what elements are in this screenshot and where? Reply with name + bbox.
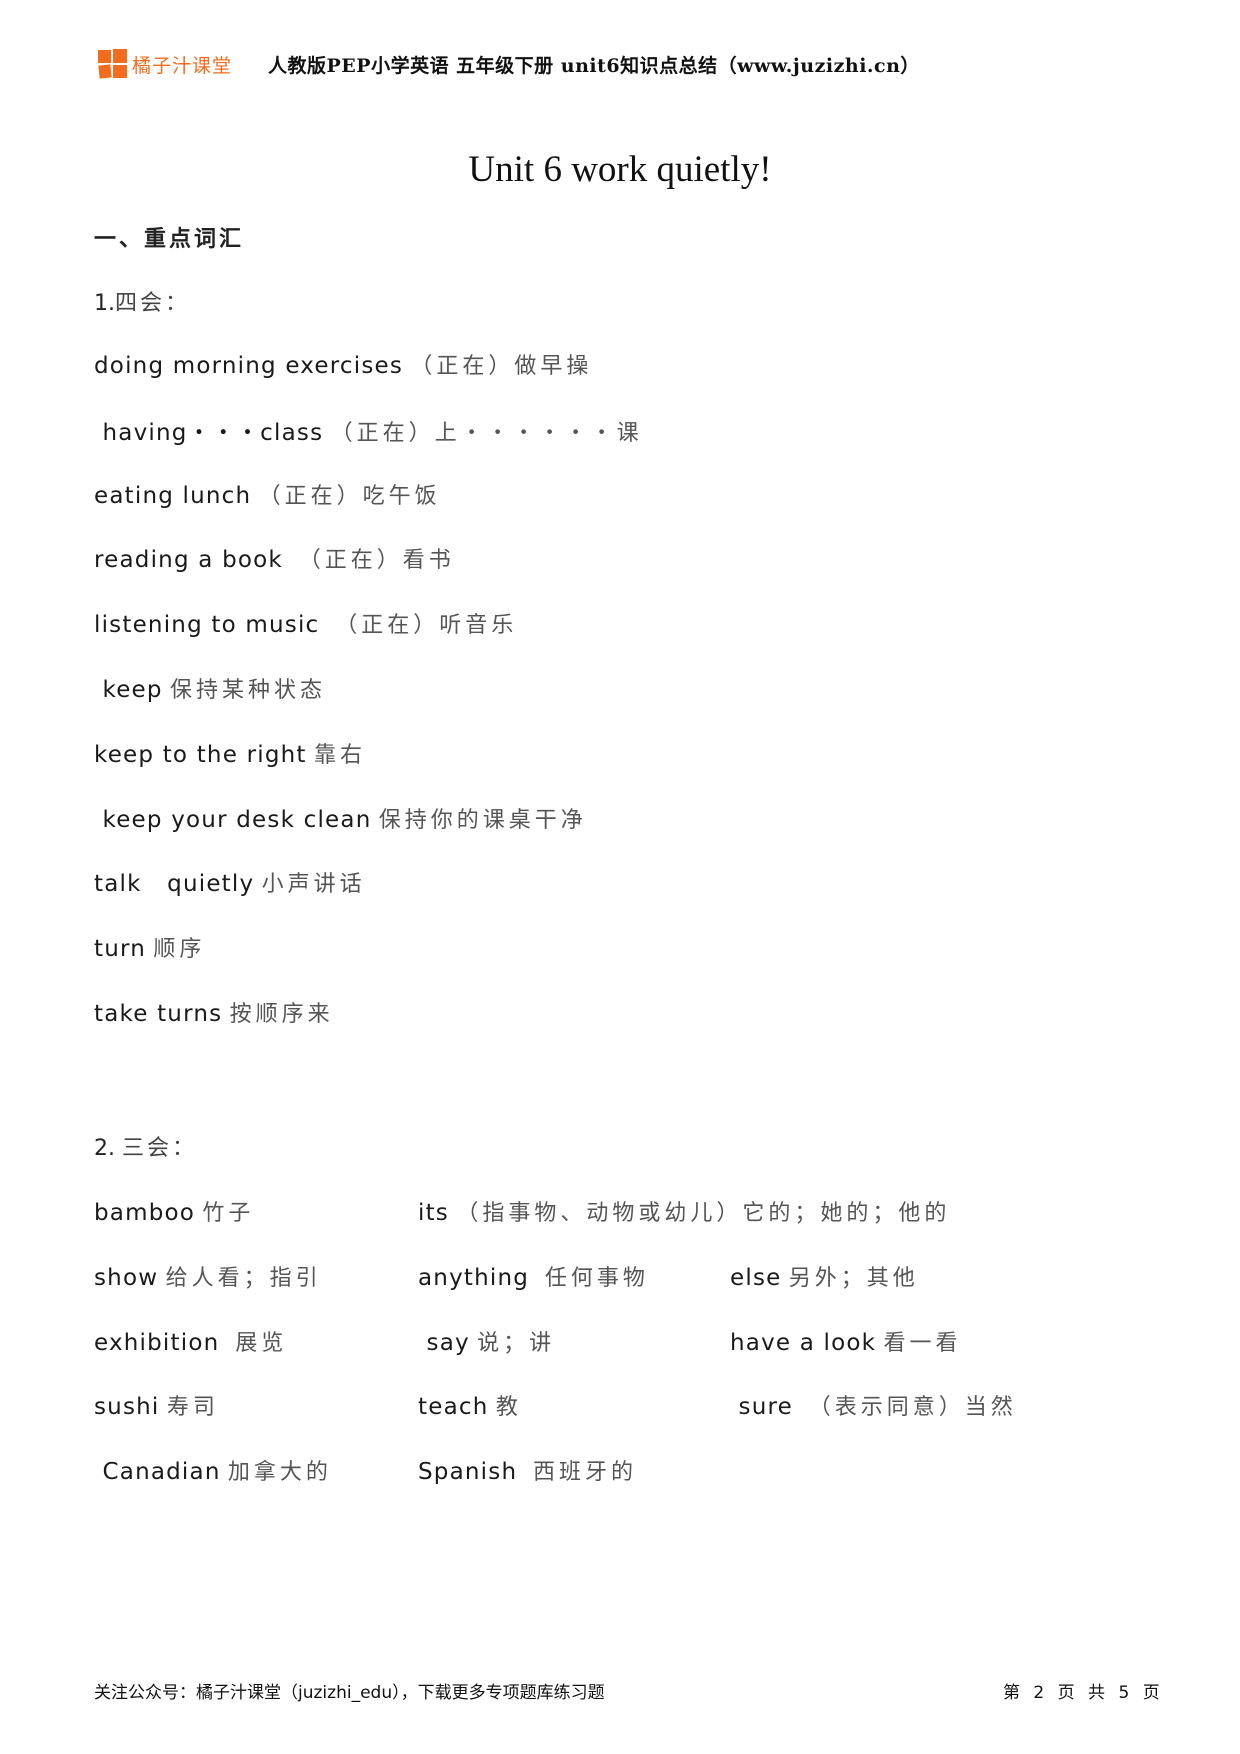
vocab-chinese: （指事物、动物或幼儿）它的；她的；他的 bbox=[456, 1201, 951, 1226]
vocab-chinese: 展览 bbox=[235, 1330, 288, 1356]
vocab-chinese: 保持你的课桌干净 bbox=[378, 807, 587, 833]
vocab-item: bamboo 竹子 bbox=[94, 1195, 254, 1227]
vocab-item: sure （表示同意）当然 bbox=[730, 1389, 1017, 1421]
vocab-item: take turns 按顺序来 bbox=[94, 996, 334, 1028]
vocab-chinese: 西班牙的 bbox=[533, 1460, 638, 1486]
logo-text: 橘子汁课堂 bbox=[132, 54, 233, 77]
vocab-english: talk quietly bbox=[94, 871, 255, 898]
page-total: 5 bbox=[1118, 1683, 1134, 1703]
vocab-chinese: 加拿大的 bbox=[227, 1460, 332, 1486]
vocab-item: talk quietly 小声讲话 bbox=[94, 866, 366, 898]
vocab-chinese: （表示同意）当然 bbox=[808, 1395, 1017, 1421]
vocab-english: keep to the right bbox=[94, 741, 307, 768]
vocab-english: turn bbox=[94, 936, 147, 963]
vocab-item: Spanish 西班牙的 bbox=[418, 1454, 637, 1486]
vocab-chinese: 顺序 bbox=[153, 937, 206, 963]
four-skills-label: 四会： bbox=[115, 291, 191, 316]
vocab-item: have a look 看一看 bbox=[730, 1325, 962, 1357]
page-title: Unit 6 work quietly! bbox=[468, 149, 772, 190]
three-skills-number: 2. bbox=[94, 1136, 115, 1161]
vocab-english: say bbox=[418, 1329, 470, 1356]
page-indicator: 第 2 页 共 5 页 bbox=[1003, 1678, 1164, 1703]
footer-note: 关注公众号：橘子汁课堂（juzizhi_edu），下载更多专项题库练习题 bbox=[94, 1683, 605, 1703]
vocab-english: Canadian bbox=[94, 1459, 221, 1486]
vocab-chinese: 保持某种状态 bbox=[170, 678, 327, 703]
vocab-chinese: （正在）吃午饭 bbox=[258, 483, 441, 509]
vocab-chinese: 说；讲 bbox=[477, 1330, 556, 1356]
brand-logo: 橘子汁课堂 bbox=[98, 49, 232, 79]
page-header: 橘子汁课堂 人教版PEP小学英语 五年级下册 unit6知识点总结（www.ju… bbox=[98, 48, 920, 80]
vocab-english: teach bbox=[418, 1394, 489, 1421]
vocab-chinese: 教 bbox=[495, 1395, 522, 1421]
vocab-english: keep your desk clean bbox=[94, 806, 372, 833]
vocab-item: teach 教 bbox=[418, 1389, 522, 1421]
vocab-english: take turns bbox=[94, 1001, 223, 1027]
vocab-english: eating lunch bbox=[94, 482, 252, 509]
vocab-chinese: 寿司 bbox=[166, 1395, 219, 1421]
three-skills-heading: 2. 三会： bbox=[94, 1130, 197, 1162]
vocab-chinese: 靠右 bbox=[313, 742, 366, 768]
vocab-chinese: （正在）听音乐 bbox=[335, 613, 518, 639]
vocab-english: reading a book bbox=[94, 547, 292, 574]
vocab-english: sushi bbox=[94, 1394, 160, 1421]
vocab-item: keep 保持某种状态 bbox=[94, 672, 326, 704]
vocab-english: bamboo bbox=[94, 1200, 196, 1226]
page-current: 2 bbox=[1033, 1683, 1049, 1703]
vocab-chinese: （正在）做早操 bbox=[410, 354, 593, 379]
vocab-item: keep to the right 靠右 bbox=[94, 737, 366, 769]
vocab-english: exhibition bbox=[94, 1329, 228, 1356]
vocab-chinese: （正在）看书 bbox=[298, 548, 455, 574]
vocab-english: anything bbox=[418, 1264, 538, 1291]
vocab-item: keep your desk clean 保持你的课桌干净 bbox=[94, 802, 587, 834]
vocab-english: doing morning exercises bbox=[94, 353, 404, 379]
vocab-english: have a look bbox=[730, 1329, 877, 1356]
header-title: 人教版PEP小学英语 五年级下册 unit6知识点总结（www.juzizhi.… bbox=[268, 54, 920, 77]
vocab-item: having・・・class （正在）上・・・・・・课 bbox=[94, 413, 643, 447]
section-heading: 一、重点词汇 bbox=[94, 226, 245, 252]
vocab-chinese: 竹子 bbox=[202, 1201, 255, 1226]
vocab-item: reading a book （正在）看书 bbox=[94, 542, 455, 574]
vocab-english: keep bbox=[94, 677, 163, 703]
vocab-english: sure bbox=[730, 1394, 802, 1421]
vocab-chinese: 看一看 bbox=[883, 1330, 962, 1356]
vocab-english: else bbox=[730, 1264, 782, 1291]
vocab-english: Spanish bbox=[418, 1459, 526, 1486]
vocab-item: eating lunch （正在）吃午饭 bbox=[94, 478, 441, 510]
logo-icon bbox=[98, 49, 128, 79]
vocab-chinese: 任何事物 bbox=[544, 1265, 649, 1291]
vocab-item: its （指事物、动物或幼儿）它的；她的；他的 bbox=[418, 1195, 950, 1227]
vocab-chinese: （正在）上・・・・・・课 bbox=[330, 420, 643, 446]
vocab-item: sushi 寿司 bbox=[94, 1389, 219, 1421]
vocab-item: exhibition 展览 bbox=[94, 1325, 287, 1357]
four-skills-number: 1. bbox=[94, 291, 115, 316]
vocab-english: listening to music bbox=[94, 612, 328, 639]
vocab-english: its bbox=[418, 1200, 449, 1226]
vocab-item: listening to music （正在）听音乐 bbox=[94, 607, 517, 639]
vocab-item: anything 任何事物 bbox=[418, 1260, 649, 1292]
vocab-english: having・・・class bbox=[94, 419, 324, 446]
vocab-english: show bbox=[94, 1264, 159, 1291]
vocab-chinese: 给人看；指引 bbox=[165, 1265, 322, 1291]
vocab-chinese: 小声讲话 bbox=[261, 872, 366, 898]
vocab-item: say 说；讲 bbox=[418, 1325, 555, 1357]
vocab-item: turn 顺序 bbox=[94, 931, 205, 963]
vocab-item: Canadian 加拿大的 bbox=[94, 1454, 332, 1486]
four-skills-heading: 1.四会： bbox=[94, 285, 190, 317]
page-prefix: 第 bbox=[1003, 1683, 1024, 1703]
vocab-item: doing morning exercises （正在）做早操 bbox=[94, 348, 592, 380]
vocab-item: else 另外；其他 bbox=[730, 1260, 919, 1292]
vocab-chinese: 按顺序来 bbox=[229, 1002, 334, 1027]
page-mid: 页 共 bbox=[1057, 1683, 1110, 1703]
vocab-item: show 给人看；指引 bbox=[94, 1260, 322, 1292]
three-skills-label: 三会： bbox=[122, 1136, 198, 1161]
vocab-chinese: 另外；其他 bbox=[788, 1265, 919, 1291]
page-suffix: 页 bbox=[1142, 1683, 1164, 1703]
